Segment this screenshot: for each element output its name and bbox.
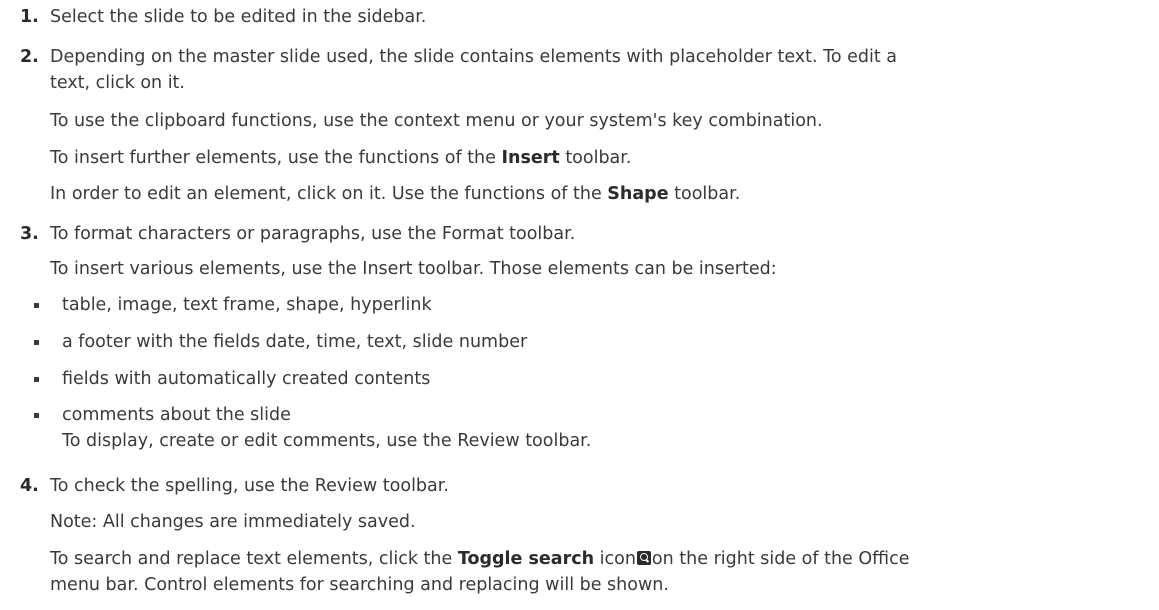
step-3-format-text: To format characters or paragraphs, use … <box>50 224 576 244</box>
step-4-spelling-text: To check the spelling, use the Review to… <box>50 476 449 496</box>
shape-toolbar-name: Shape <box>607 184 669 204</box>
toggle-search-name: Toggle search <box>457 549 595 569</box>
list-item: comments about the slide <box>34 402 291 428</box>
text-run: toolbar. <box>668 184 741 204</box>
step-number: 1. <box>20 7 39 27</box>
step-4-note-text: Note: All changes are immediately saved. <box>50 512 416 532</box>
step-2-clipboard-text: To use the clipboard functions, use the … <box>50 111 823 131</box>
list-item: fields with automatically created conten… <box>33 366 430 392</box>
step-3-insert-text: To insert various elements, use the Inse… <box>50 259 777 279</box>
text-run: on the right side of the Office <box>651 549 910 569</box>
step-2-insert-text: To insert further elements, use the func… <box>50 145 1147 171</box>
step-1-text: Select the slide to be edited in the sid… <box>50 7 427 27</box>
step-number: 4. <box>20 476 39 496</box>
step-2-intro-line-1: Depending on the master slide used, the … <box>50 47 897 67</box>
list-item: a footer with the fields date, time, tex… <box>33 329 527 355</box>
text-run: toolbar. <box>559 148 632 168</box>
step-number: 3. <box>20 224 39 244</box>
text-run: To search and replace text elements, cli… <box>50 549 458 569</box>
search-icon <box>636 551 651 565</box>
text-run: icon <box>594 549 636 569</box>
text-run: To insert further elements, use the func… <box>50 148 502 168</box>
step-number: 2. <box>20 47 39 67</box>
list-item: table, image, text frame, shape, hyperli… <box>34 292 432 318</box>
comments-subtext: To display, create or edit comments, use… <box>62 431 592 451</box>
step-2-edit-text: In order to edit an element, click on it… <box>50 181 1147 207</box>
insert-toolbar-name: Insert <box>501 148 560 168</box>
step-2-intro-line-2: text, click on it. <box>50 73 185 93</box>
text-run: In order to edit an element, click on it… <box>50 184 608 204</box>
step-4-search-line-2: menu bar. Control elements for searching… <box>50 575 669 595</box>
step-4-search-line-1: To search and replace text elements, cli… <box>50 546 1147 572</box>
